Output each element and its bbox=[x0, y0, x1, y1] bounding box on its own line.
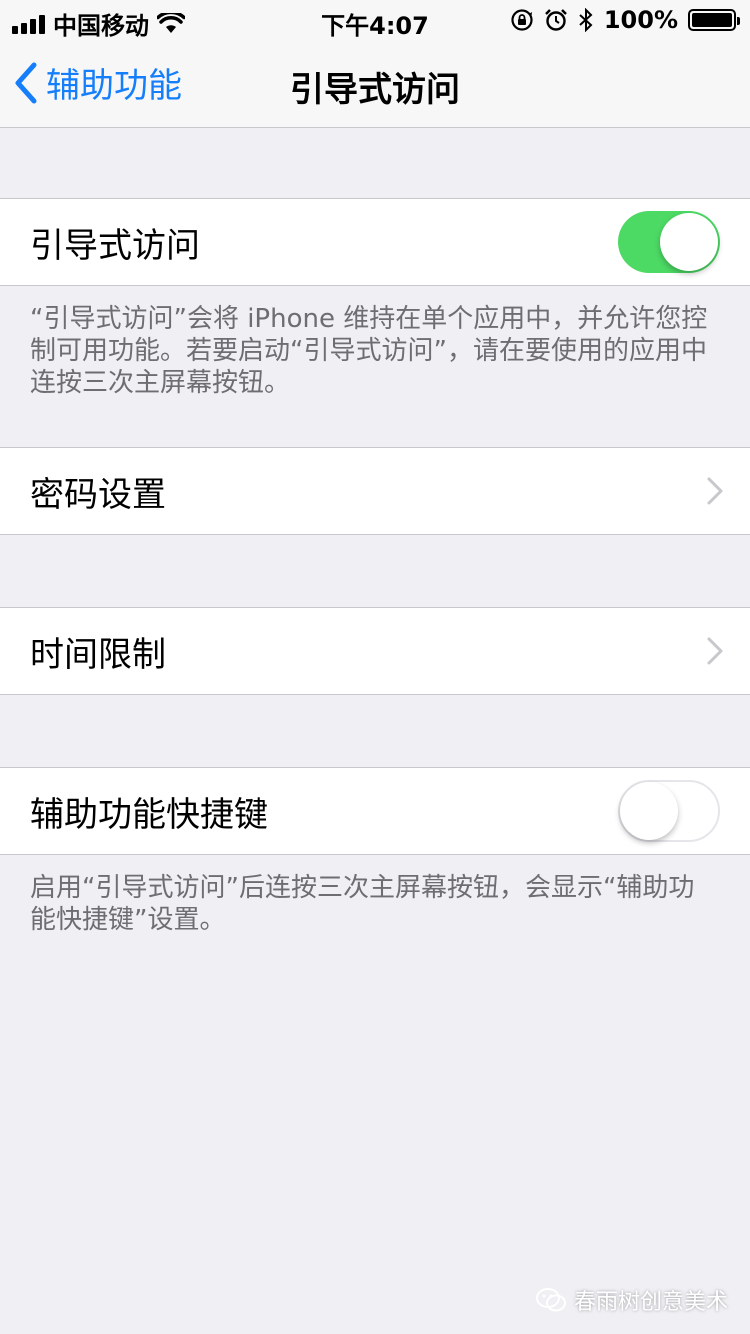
accessibility-shortcut-footer: 启用“引导式访问”后连按三次主屏幕按钮，会显示“辅助功能快捷键”设置。 bbox=[30, 873, 695, 935]
time-limits-cell[interactable]: 时间限制 bbox=[0, 607, 750, 695]
time-limits-label: 时间限制 bbox=[30, 634, 166, 675]
accessibility-shortcut-cell: 辅助功能快捷键 bbox=[0, 767, 750, 855]
rotation-lock-icon bbox=[511, 9, 533, 31]
battery-percent: 100% bbox=[603, 6, 678, 34]
toggle-knob bbox=[660, 213, 718, 271]
passcode-settings-cell[interactable]: 密码设置 bbox=[0, 447, 750, 535]
screen: 中国移动 下午4:07 100% 辅助功能 引导式访问 引导式访问 “引导式访问… bbox=[0, 0, 750, 1334]
watermark: 春雨树创意美术 bbox=[535, 1284, 728, 1316]
guided-access-footer: “引导式访问”会将 iPhone 维持在单个应用中，并允许您控制可用功能。若要启… bbox=[30, 304, 708, 398]
signal-icon bbox=[12, 14, 45, 34]
chevron-right-icon bbox=[707, 637, 723, 665]
passcode-settings-label: 密码设置 bbox=[30, 474, 166, 515]
guided-access-cell: 引导式访问 bbox=[0, 198, 750, 286]
status-right: 100% bbox=[510, 6, 740, 34]
wifi-icon bbox=[157, 12, 185, 33]
accessibility-shortcut-toggle[interactable] bbox=[618, 780, 720, 842]
watermark-text: 春雨树创意美术 bbox=[573, 1290, 728, 1315]
page-title: 引导式访问 bbox=[290, 70, 460, 110]
bluetooth-icon bbox=[579, 8, 593, 32]
battery-icon bbox=[688, 9, 740, 31]
carrier-label: 中国移动 bbox=[53, 12, 149, 40]
status-left: 中国移动 bbox=[12, 6, 185, 41]
wechat-icon bbox=[535, 1288, 566, 1312]
guided-access-label: 引导式访问 bbox=[30, 225, 200, 266]
chevron-right-icon bbox=[707, 477, 723, 505]
guided-access-toggle[interactable] bbox=[618, 211, 720, 273]
status-bar: 中国移动 下午4:07 100% bbox=[0, 0, 750, 40]
toggle-knob bbox=[620, 782, 678, 840]
navigation-bar: 辅助功能 引导式访问 bbox=[0, 40, 750, 128]
alarm-icon bbox=[544, 9, 567, 31]
accessibility-shortcut-label: 辅助功能快捷键 bbox=[30, 794, 268, 835]
